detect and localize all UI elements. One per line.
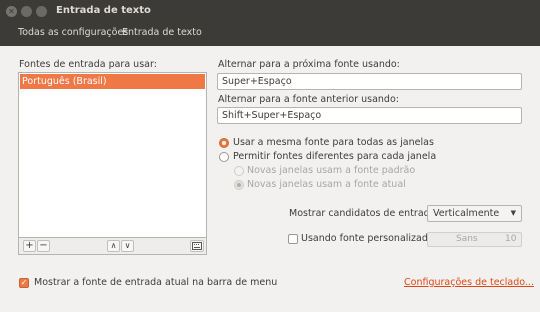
new-windows-default-label: Novas janelas usam a fonte padrão: [247, 165, 416, 176]
font-size: 10: [505, 234, 517, 244]
show-in-menu-label[interactable]: Mostrar a fonte de entrada atual na barr…: [34, 277, 277, 288]
sources-label: Fontes de entrada para usar:: [19, 59, 157, 70]
list-item[interactable]: Português (Brasil): [20, 74, 205, 89]
new-windows-current-label: Novas janelas usam a fonte atual: [247, 179, 406, 190]
list-toolbar: + − ∧ ∨: [18, 238, 207, 255]
custom-font-button[interactable]: Sans 10: [427, 232, 522, 247]
radio-different-sources[interactable]: [219, 152, 229, 162]
sources-list[interactable]: Português (Brasil): [18, 72, 207, 238]
radio-same-source-label[interactable]: Usar a mesma fonte para todas as janelas: [233, 137, 434, 148]
custom-font-checkbox[interactable]: [288, 234, 298, 244]
radio-new-windows-current[interactable]: [234, 180, 244, 190]
current-panel-crumb[interactable]: Entrada de texto: [122, 27, 202, 38]
font-name: Sans: [456, 234, 478, 244]
radio-new-windows-default[interactable]: [234, 166, 244, 176]
next-source-label: Alternar para a próxima fonte usando:: [218, 59, 400, 70]
window-title: Entrada de texto: [56, 5, 151, 16]
keyboard-icon[interactable]: [190, 240, 204, 252]
move-down-button[interactable]: ∨: [121, 240, 134, 252]
candidates-label: Mostrar candidatos de entrada:: [289, 208, 439, 219]
radio-same-source[interactable]: [219, 138, 229, 148]
minimize-icon[interactable]: [21, 6, 32, 17]
toolbar: Todas as configurações Entrada de texto: [0, 22, 540, 46]
keyboard-settings-link[interactable]: Configurações de teclado...: [404, 277, 534, 288]
prev-source-label: Alternar para a fonte anterior usando:: [218, 94, 399, 105]
title-bar: ✕ Entrada de texto: [0, 0, 540, 22]
next-source-shortcut-field[interactable]: Super+Espaço: [217, 73, 522, 90]
dropdown-arrow-icon: ▼: [510, 209, 516, 217]
check-icon[interactable]: ✓: [19, 278, 29, 288]
radio-different-sources-label[interactable]: Permitir fontes diferentes para cada jan…: [233, 151, 436, 162]
maximize-icon[interactable]: [36, 6, 47, 17]
close-icon[interactable]: ✕: [6, 6, 17, 17]
candidates-value: Verticalmente: [433, 208, 500, 219]
prev-source-shortcut-field[interactable]: Shift+Super+Espaço: [217, 107, 522, 124]
add-source-button[interactable]: +: [23, 240, 36, 252]
all-settings-button[interactable]: Todas as configurações: [18, 27, 128, 38]
candidates-dropdown[interactable]: Verticalmente ▼: [427, 205, 522, 222]
remove-source-button[interactable]: −: [37, 240, 50, 252]
move-up-button[interactable]: ∧: [107, 240, 120, 252]
custom-font-label[interactable]: Usando fonte personalizada:: [301, 233, 437, 244]
